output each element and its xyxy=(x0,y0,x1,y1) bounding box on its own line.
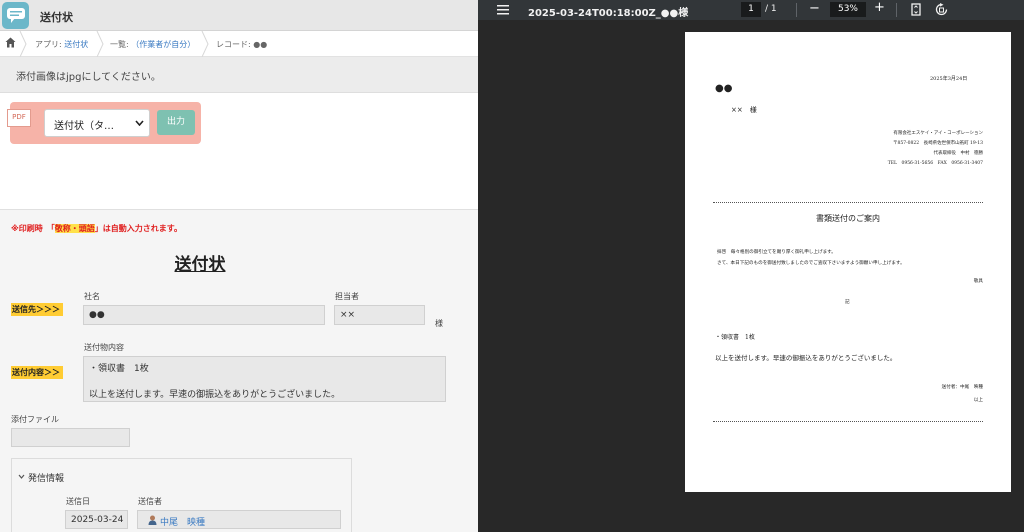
record-pane: 送付状 アプリ: 送付状 一覧: （作業者が自分） レコード: ●● 添付画像は… xyxy=(0,0,478,532)
person-label: 担当者 xyxy=(335,292,359,301)
toolbar-divider xyxy=(796,3,797,17)
page-number-input[interactable]: 1 xyxy=(741,2,761,17)
sender-link[interactable]: 中尾 映種 xyxy=(160,515,205,528)
breadcrumb: アプリ: 送付状 一覧: （作業者が自分） レコード: ●● xyxy=(0,31,478,57)
honorific-label: 様 xyxy=(435,319,443,328)
pdf-icon: PDF xyxy=(7,109,31,127)
attachment-label: 添付ファイル xyxy=(11,415,59,424)
recipient-tag: 送信先＞＞＞ xyxy=(11,303,63,316)
zoom-input[interactable]: 53% xyxy=(830,2,866,17)
viewer-toolbar: 2025-03-24T00:18:00Z_●●様 1 / 1 − 53% + xyxy=(478,0,1024,20)
home-icon[interactable] xyxy=(5,37,16,48)
pdf-sender-line-3: 代表取締役 中村 徳勝 xyxy=(933,151,984,156)
pdf-subject: 書類送付のご案内 xyxy=(816,214,880,223)
pdf-sender-line-4: TEL 0956-31-5656 FAX 0956-31-3407 xyxy=(887,161,983,166)
pdf-sender-line-1: 有限会社エスケイ・アイ・コーポレーション xyxy=(893,131,983,136)
template-select[interactable]: 送付状（タ… xyxy=(44,109,150,137)
pdf-sender-line-2: 〒857-0822 長崎県佐世保市山祇町 19-13 xyxy=(893,141,983,146)
sender-label: 送信者 xyxy=(138,497,162,506)
breadcrumb-record: レコード: ●● xyxy=(216,40,268,49)
pdf-page: 2025年3月24日 ●● ×× 様 有限会社エスケイ・アイ・コーポレーション … xyxy=(685,32,1011,492)
menu-icon[interactable] xyxy=(497,4,509,15)
app-title: 送付状 xyxy=(40,11,73,24)
toolbar-divider xyxy=(896,3,897,17)
viewer-file-title: 2025-03-24T00:18:00Z_●●様 xyxy=(528,8,689,19)
auto-fill-note: ※印刷時 「敬称・頭語」は自動入力されます。 xyxy=(11,224,182,233)
zoom-out-button[interactable]: − xyxy=(809,1,820,16)
pdf-date: 2025年3月24日 xyxy=(930,76,968,82)
pdf-divider xyxy=(713,202,983,203)
send-date-field[interactable]: 2025-03-24 xyxy=(65,510,128,529)
pdf-item: ・領収書 1枚 xyxy=(715,334,755,341)
sender-field[interactable]: 中尾 映種 xyxy=(137,510,341,529)
pdf-signoff: 送付者：中尾 映種 xyxy=(941,385,983,390)
pdf-closing: 敬具 xyxy=(973,279,983,284)
pdf-ki: 記 xyxy=(845,300,850,305)
person-field[interactable]: ×× xyxy=(334,305,425,325)
contents-tag: 送付内容＞＞ xyxy=(11,366,63,379)
user-icon xyxy=(148,515,157,525)
contents-line-1: ・領収書 1枚 xyxy=(89,364,149,374)
contents-line-2: 以上を送付します。早速の御振込をありがとうございました。 xyxy=(89,390,341,400)
company-label: 社名 xyxy=(84,292,100,301)
pdf-body-line-1: 拝啓 毎々格別の御引立てを賜り厚く御礼申し上げます。 xyxy=(717,250,836,255)
notice-banner: 添付画像はjpgにしてください。 xyxy=(0,57,478,93)
template-select-value: 送付状（タ… xyxy=(54,121,114,132)
pdf-ijo: 以上 xyxy=(973,398,983,403)
app-header: 送付状 xyxy=(0,0,478,31)
form-heading: 送付状 xyxy=(174,255,226,275)
pdf-body-line-2: さて、本日下記のものを御送付致しましたのでご査収下さいますよう御願い申し上げます… xyxy=(717,261,905,266)
breadcrumb-separator xyxy=(201,31,209,57)
zoom-in-button[interactable]: + xyxy=(874,0,885,15)
rotate-icon[interactable] xyxy=(935,3,948,16)
sender-section-toggle[interactable]: 発信情報 xyxy=(18,471,64,484)
company-field[interactable]: ●● xyxy=(83,305,325,325)
page-total: / 1 xyxy=(765,4,777,14)
breadcrumb-separator xyxy=(19,31,27,57)
pdf-to-person: ×× 様 xyxy=(731,106,757,114)
contents-textarea[interactable]: ・領収書 1枚 以上を送付します。早速の御振込をありがとうございました。 xyxy=(83,356,446,402)
attachment-field[interactable] xyxy=(11,428,130,447)
pdf-divider xyxy=(713,421,983,422)
pdf-to-company: ●● xyxy=(715,83,733,94)
pdf-message: 以上を送付します。早速の御振込をありがとうございました。 xyxy=(715,354,897,362)
contents-label: 送付物内容 xyxy=(84,343,124,352)
breadcrumb-list[interactable]: 一覧: （作業者が自分） xyxy=(110,39,195,50)
chevron-down-icon xyxy=(135,120,144,126)
breadcrumb-app[interactable]: アプリ: 送付状 xyxy=(35,39,88,50)
output-button[interactable]: 出力 xyxy=(157,110,195,135)
breadcrumb-separator xyxy=(96,31,104,57)
fit-page-icon[interactable] xyxy=(911,3,921,16)
chat-bubble-icon[interactable] xyxy=(2,2,29,29)
chevron-down-icon xyxy=(18,474,25,479)
notice-text: 添付画像はjpgにしてください。 xyxy=(16,72,161,83)
send-date-label: 送信日 xyxy=(66,497,90,506)
